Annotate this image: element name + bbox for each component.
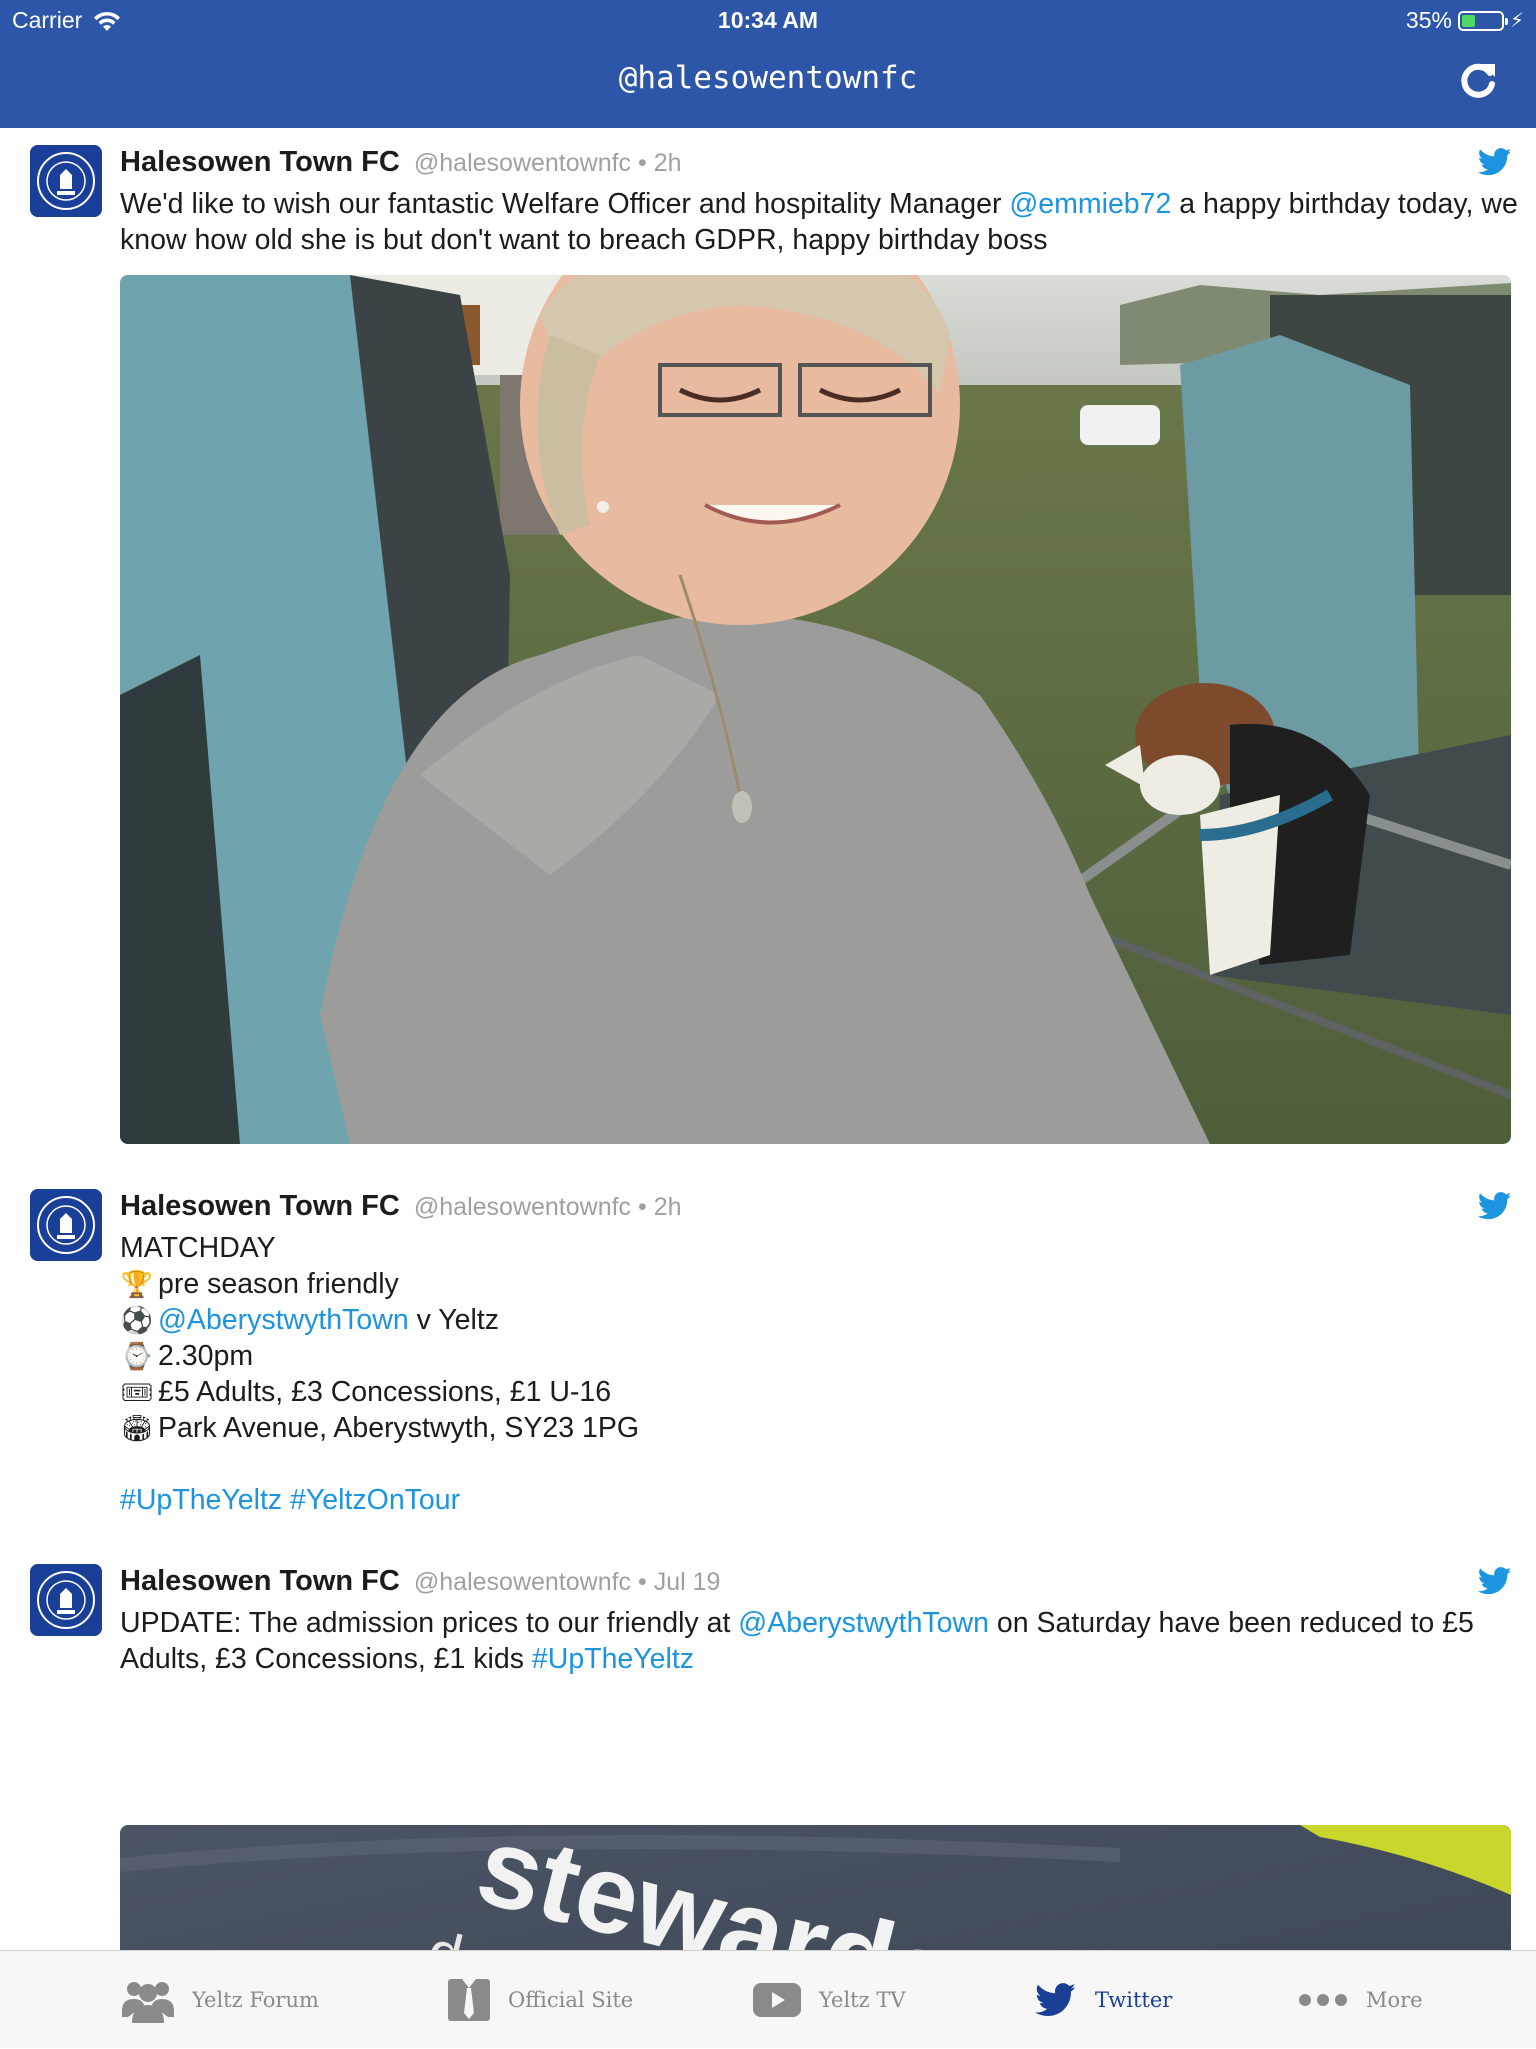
author-handle-time: @halesowentownfc • Jul 19 (413, 1568, 721, 1596)
tweet[interactable]: Halesowen Town FC @halesowentownfc • 2h … (0, 128, 1536, 1148)
tweet-line: 🏟 Park Avenue, Aberystwyth, SY23 1PG (120, 1410, 1520, 1446)
author-handle-time: @halesowentownfc • 2h (413, 1193, 682, 1221)
photo-woman-with-dog (120, 275, 1511, 1144)
photo-stewards-shirt: stewards develop (120, 1825, 1511, 1950)
ticket-icon: 🎟 (120, 1377, 154, 1407)
battery-indicator: 35% ⚡ (1406, 7, 1524, 34)
club-crest-avatar[interactable] (30, 1564, 102, 1636)
tweet-line: MATCHDAY (120, 1232, 276, 1264)
tweet-text-part: UPDATE: The admission prices to our frie… (120, 1607, 739, 1639)
tweet-photo[interactable] (120, 275, 1511, 1144)
hashtag-link[interactable]: #UpTheYeltz (532, 1643, 694, 1675)
hashtag-links[interactable]: #UpTheYeltz #YeltzOnTour (120, 1482, 1520, 1518)
tweet[interactable]: Halesowen Town FC @halesowentownfc • Jul… (0, 1547, 1536, 1950)
tweet-photo[interactable]: stewards develop (120, 1825, 1511, 1950)
tab-label: Yeltz TV (819, 1988, 906, 2012)
tab-twitter[interactable]: Twitter (1035, 1951, 1172, 2049)
tab-more[interactable]: More (1298, 1951, 1423, 2049)
tweet-text: We'd like to wish our fantastic Welfare … (120, 186, 1520, 258)
tweet-header: Halesowen Town FC @halesowentownfc • Jul… (120, 1565, 720, 1598)
page-title: @halesowentownfc (618, 60, 918, 96)
tweet-text-part: We'd like to wish our fantastic Welfare … (120, 188, 1010, 220)
tab-label: More (1366, 1988, 1423, 2012)
author-handle-time: @halesowentownfc • 2h (413, 149, 682, 177)
mention-link[interactable]: @emmieb72 (1009, 188, 1171, 220)
tab-bar: Yeltz Forum Official Site Yeltz TV Twitt… (0, 1950, 1536, 2048)
author-name[interactable]: Halesowen Town FC (120, 1565, 400, 1597)
more-icon (1299, 1994, 1347, 2006)
stadium-icon: 🏟 (120, 1413, 154, 1443)
tweet-line-text: 2.30pm (158, 1340, 254, 1372)
tab-yeltz-forum[interactable]: Yeltz Forum (122, 1951, 319, 2049)
tweet-header: Halesowen Town FC @halesowentownfc • 2h (120, 146, 682, 179)
twitter-bird-icon (1478, 1567, 1512, 1595)
play-icon (753, 1983, 801, 2017)
group-icon (122, 1982, 174, 2023)
soccer-ball-icon: ⚽ (120, 1305, 154, 1335)
trophy-icon: 🏆 (120, 1269, 154, 1299)
tab-official-site[interactable]: Official Site (448, 1951, 633, 2049)
tab-label: Yeltz Forum (192, 1988, 319, 2012)
watch-icon: ⌚ (120, 1341, 154, 1371)
tab-label: Twitter (1095, 1988, 1173, 2012)
battery-percent: 35% (1405, 7, 1452, 33)
tweet-line-text: v Yeltz (408, 1304, 500, 1336)
charging-bolt-icon: ⚡ (1509, 10, 1524, 32)
tweet-line: ⚽ @AberystwythTown v Yeltz (120, 1302, 1520, 1338)
tweet-line: 🏆 pre season friendly (120, 1266, 1520, 1302)
club-crest-avatar[interactable] (30, 145, 102, 217)
twitter-bird-icon (1478, 1192, 1512, 1220)
tab-yeltz-tv[interactable]: Yeltz TV (753, 1951, 906, 2049)
tweet-line: 🎟 £5 Adults, £3 Concessions, £1 U-16 (120, 1374, 1520, 1410)
author-name[interactable]: Halesowen Town FC (120, 1190, 400, 1222)
tweet[interactable]: Halesowen Town FC @halesowentownfc • 2h … (0, 1172, 1536, 1516)
mention-link[interactable]: @AberystwythTown (158, 1304, 409, 1336)
battery-icon (1457, 10, 1508, 31)
tweet-line-text: pre season friendly (158, 1268, 399, 1300)
tweet-line-text: £5 Adults, £3 Concessions, £1 U-16 (158, 1376, 612, 1408)
tab-label: Official Site (508, 1988, 634, 2012)
site-icon (448, 1979, 490, 2021)
tweet-line-text: Park Avenue, Aberystwyth, SY23 1PG (158, 1412, 640, 1444)
refresh-icon[interactable] (1456, 58, 1500, 102)
twitter-icon (1035, 1983, 1076, 2016)
author-name[interactable]: Halesowen Town FC (120, 146, 400, 178)
twitter-bird-icon (1478, 148, 1512, 176)
mention-link[interactable]: @AberystwythTown (738, 1607, 989, 1639)
tweet-text: UPDATE: The admission prices to our frie… (120, 1605, 1520, 1677)
tweet-text: MATCHDAY 🏆 pre season friendly ⚽ @Aberystw… (120, 1230, 1520, 1518)
status-bar: Carrier 10:34 AM 35% ⚡ (0, 0, 1536, 40)
club-crest-avatar[interactable] (30, 1189, 102, 1261)
clock: 10:34 AM (717, 7, 819, 33)
tweet-feed[interactable]: Halesowen Town FC @halesowentownfc • 2h … (0, 128, 1536, 1950)
tweet-header: Halesowen Town FC @halesowentownfc • 2h (120, 1190, 682, 1223)
navigation-bar: Carrier 10:34 AM 35% ⚡ @halesowentownfc (0, 0, 1536, 128)
tweet-line: ⌚ 2.30pm (120, 1338, 1520, 1374)
